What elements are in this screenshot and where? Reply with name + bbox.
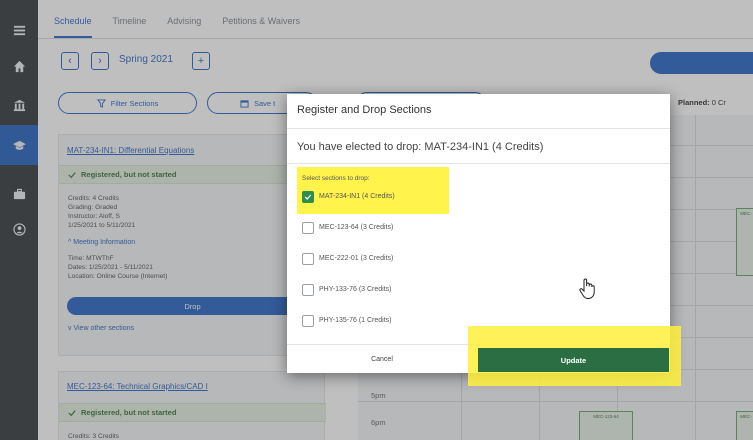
select-sections-label: Select sections to drop: [302,175,370,182]
section-label: MEC-123-64 (3 Credits) [319,224,394,231]
section-label: MEC-222-01 (3 Credits) [319,255,394,262]
modal-title: Register and Drop Sections [297,104,432,116]
section-checkbox[interactable] [302,190,314,203]
update-button[interactable]: Update [478,348,669,372]
section-option-mat-234-in1[interactable]: MAT-234-IN1 (4 Credits) [302,190,395,203]
cancel-button[interactable]: Cancel [287,345,477,373]
section-checkbox[interactable] [302,314,314,327]
section-option-mec-222-01[interactable]: MEC-222-01 (3 Credits) [302,252,393,265]
modal-divider [287,163,670,164]
section-label: PHY-133-76 (3 Credits) [319,286,392,293]
register-drop-modal: Register and Drop Sections You have elec… [287,94,681,386]
section-checkbox[interactable] [302,221,314,234]
section-checkbox[interactable] [302,252,314,265]
section-option-phy-135-76[interactable]: PHY-135-76 (1 Credits) [302,314,392,327]
section-option-mec-123-64[interactable]: MEC-123-64 (3 Credits) [302,221,393,234]
section-checkbox[interactable] [302,283,314,296]
section-option-phy-133-76[interactable]: PHY-133-76 (3 Credits) [302,283,392,296]
drop-summary-text: You have elected to drop: MAT-234-IN1 (4… [297,141,544,153]
modal-divider [287,128,670,129]
section-label: PHY-135-76 (1 Credits) [319,317,392,324]
hand-cursor-icon [579,278,595,299]
checkmark-icon [304,194,312,200]
section-label: MAT-234-IN1 (4 Credits) [319,193,395,200]
